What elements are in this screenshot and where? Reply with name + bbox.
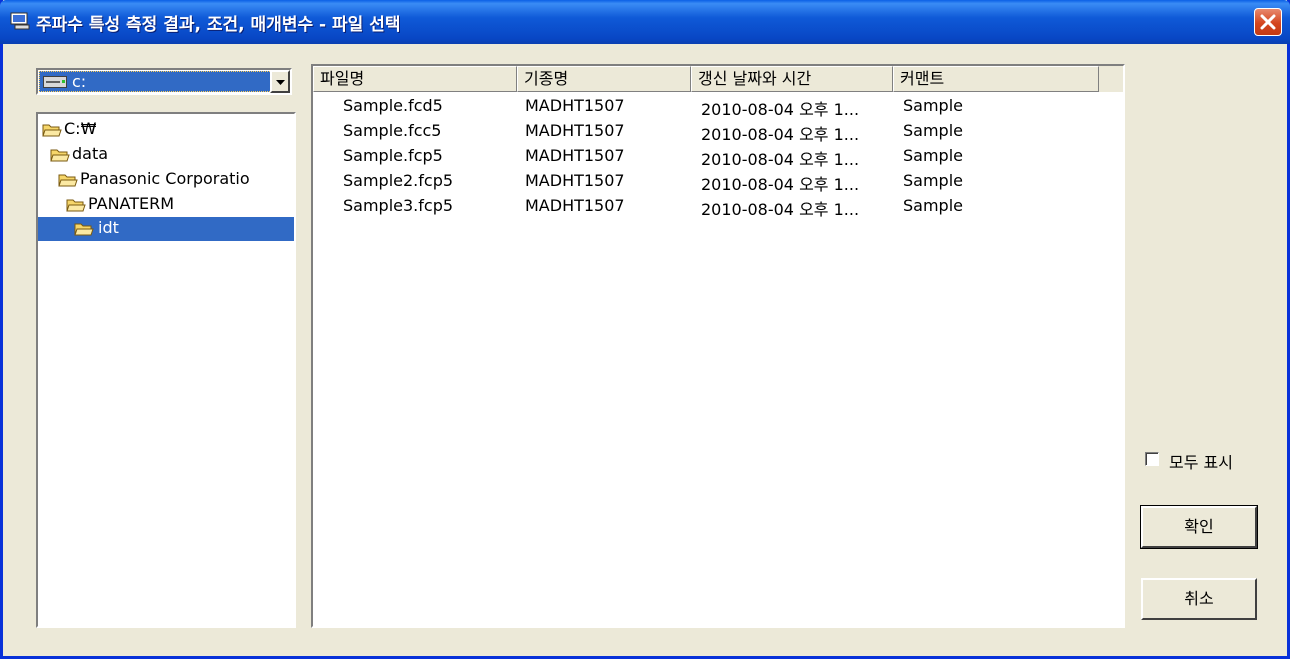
model-cell: MADHT1507	[525, 171, 625, 190]
folder-tree-item-idt[interactable]: idt	[38, 217, 294, 241]
comment-cell: Sample	[903, 146, 963, 165]
model-cell: MADHT1507	[525, 146, 625, 165]
folder-tree-item-label: idt	[98, 218, 119, 237]
comment-cell: Sample	[903, 121, 963, 140]
table-row[interactable]: Sample3.fcp5 MADHT1507 2010-08-04 오후 1..…	[313, 195, 1123, 220]
computer-icon	[10, 12, 30, 30]
folder-tree-item-label: PANATERM	[88, 194, 175, 213]
comment-cell: Sample	[903, 196, 963, 215]
model-cell: MADHT1507	[525, 121, 625, 140]
window-title: 주파수 특성 측정 결과, 조건, 매개변수 - 파일 선택	[36, 15, 401, 35]
model-cell: MADHT1507	[525, 196, 625, 215]
column-header-filename[interactable]: 파일명	[313, 66, 517, 92]
file-name-cell: Sample.fcp5	[343, 146, 443, 165]
drive-icon	[43, 76, 67, 88]
file-name-cell: Sample2.fcp5	[343, 171, 454, 190]
close-button[interactable]	[1254, 8, 1282, 36]
column-header-updated[interactable]: 갱신 날짜와 시간	[691, 66, 893, 92]
drive-select-value: c:	[72, 72, 87, 91]
model-cell: MADHT1507	[525, 96, 625, 115]
table-row[interactable]: Sample.fcd5 MADHT1507 2010-08-04 오후 1...…	[313, 95, 1123, 120]
table-row[interactable]: Sample2.fcp5 MADHT1507 2010-08-04 오후 1..…	[313, 170, 1123, 195]
updated-cell: 2010-08-04 오후 1...	[701, 150, 860, 169]
chevron-down-icon	[276, 80, 285, 85]
title-bar[interactable]: 주파수 특성 측정 결과, 조건, 매개변수 - 파일 선택	[0, 0, 1290, 44]
file-list[interactable]: 파일명 기종명 갱신 날짜와 시간 커맨트 Sample.fcd5 MADHT1…	[311, 64, 1125, 628]
file-select-dialog: 주파수 특성 측정 결과, 조건, 매개변수 - 파일 선택 c: C:₩ da…	[0, 0, 1290, 659]
updated-cell: 2010-08-04 오후 1...	[701, 175, 860, 194]
updated-cell: 2010-08-04 오후 1...	[701, 200, 860, 219]
open-folder-icon	[66, 199, 86, 212]
comment-cell: Sample	[903, 96, 963, 115]
show-all-checkbox[interactable]	[1145, 452, 1159, 466]
file-name-cell: Sample3.fcp5	[343, 196, 454, 215]
file-name-cell: Sample.fcc5	[343, 121, 442, 140]
ok-button[interactable]: 확인	[1140, 505, 1258, 549]
cancel-button[interactable]: 취소	[1141, 578, 1257, 620]
file-list-header: 파일명 기종명 갱신 날짜와 시간 커맨트	[313, 66, 1123, 92]
close-icon	[1260, 14, 1276, 30]
column-header-comment[interactable]: 커맨트	[893, 66, 1099, 92]
comment-cell: Sample	[903, 171, 963, 190]
drive-dropdown-button[interactable]	[270, 70, 290, 93]
show-all-label: 모두 표시	[1169, 453, 1233, 472]
table-row[interactable]: Sample.fcc5 MADHT1507 2010-08-04 오후 1...…	[313, 120, 1123, 145]
open-folder-icon	[58, 174, 78, 187]
folder-tree-item-label: data	[72, 144, 109, 163]
folder-tree-item-label: Panasonic Corporatio	[80, 169, 250, 188]
open-folder-icon	[42, 124, 62, 137]
updated-cell: 2010-08-04 오후 1...	[701, 100, 860, 119]
folder-tree[interactable]: C:₩ data Panasonic Corporatio PANATERM i…	[36, 112, 296, 628]
open-folder-icon	[50, 149, 70, 162]
drive-select[interactable]: c:	[36, 68, 292, 95]
folder-tree-item-label: C:₩	[64, 119, 97, 138]
column-header-model[interactable]: 기종명	[517, 66, 691, 92]
drive-select-value-area[interactable]: c:	[39, 71, 272, 92]
updated-cell: 2010-08-04 오후 1...	[701, 125, 860, 144]
table-row[interactable]: Sample.fcp5 MADHT1507 2010-08-04 오후 1...…	[313, 145, 1123, 170]
file-name-cell: Sample.fcd5	[343, 96, 443, 115]
open-folder-icon	[74, 223, 94, 236]
